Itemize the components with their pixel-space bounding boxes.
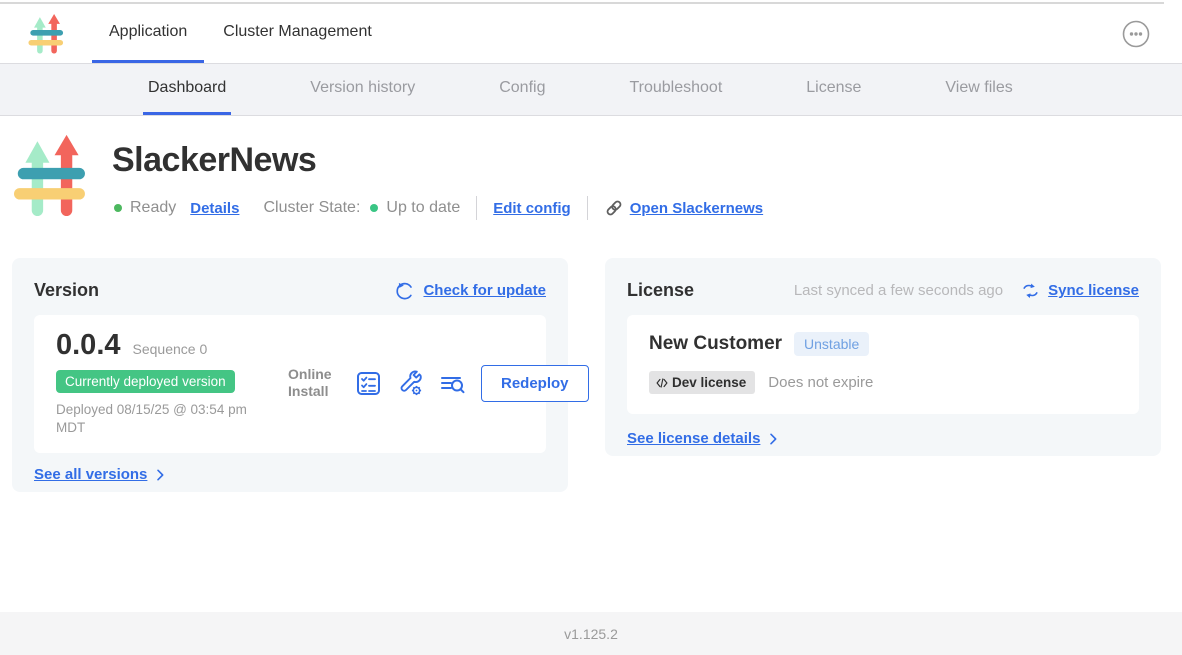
customer-name: New Customer [649, 333, 782, 355]
see-all-versions-row[interactable]: See all versions [34, 466, 546, 483]
cluster-state-label: Cluster State: [263, 199, 360, 217]
subnav-dashboard-label: Dashboard [148, 79, 226, 97]
tab-application[interactable]: Application [92, 4, 204, 63]
subnav-view-files[interactable]: View files [940, 64, 1017, 115]
deployed-badge: Currently deployed version [56, 370, 235, 393]
license-card-title: License [627, 280, 694, 301]
check-update-link[interactable]: Check for update [423, 282, 546, 299]
preflight-checks-icon[interactable] [355, 370, 382, 397]
page-title: SlackerNews [112, 141, 316, 180]
code-brackets-icon [655, 376, 669, 390]
last-synced-text: Last synced a few seconds ago [794, 282, 1003, 299]
version-sequence: Sequence 0 [133, 341, 208, 357]
license-type-badge: Dev license [649, 371, 755, 394]
open-app-group[interactable]: Open Slackernews [604, 198, 763, 218]
see-all-versions-link[interactable]: See all versions [34, 466, 147, 483]
redeploy-button[interactable]: Redeploy [481, 365, 589, 402]
check-update-refresh-icon [395, 281, 415, 301]
console-version: v1.125.2 [564, 626, 618, 642]
version-card-title: Version [34, 280, 99, 301]
cluster-state-text: Up to date [386, 199, 460, 217]
subnav-version-history[interactable]: Version history [305, 64, 420, 115]
app-logo-small [28, 14, 66, 56]
sync-icon [1021, 281, 1040, 300]
sync-license-link[interactable]: Sync license [1048, 282, 1139, 299]
version-number: 0.0.4 [56, 329, 121, 362]
license-type-text: Dev license [672, 375, 746, 390]
app-subnav: Dashboard Version history Config Trouble… [0, 63, 1182, 116]
deployed-timestamp: Deployed 08/15/25 @ 03:54 pm MDT [56, 401, 271, 437]
divider [476, 196, 477, 220]
top-header: Application Cluster Management [0, 4, 1182, 63]
license-expiry: Does not expire [768, 374, 873, 391]
subnav-license-label: License [806, 79, 861, 97]
edit-config-wrench-icon[interactable] [397, 370, 424, 397]
app-status-dot [114, 204, 122, 212]
chevron-right-icon [765, 431, 781, 447]
app-status-text: Ready [130, 199, 176, 217]
subnav-config[interactable]: Config [494, 64, 550, 115]
subnav-license[interactable]: License [801, 64, 866, 115]
check-update-group[interactable]: Check for update [395, 281, 546, 301]
app-logo-large [14, 134, 90, 222]
channel-badge: Unstable [794, 332, 869, 356]
license-detail-panel: New Customer Unstable Dev license Does n… [627, 315, 1139, 414]
edit-config-link[interactable]: Edit config [493, 200, 571, 217]
chevron-right-icon [152, 467, 168, 483]
current-version-panel: 0.0.4 Sequence 0 Currently deployed vers… [34, 315, 546, 453]
app-status-row: Ready Details Cluster State: Up to date … [114, 196, 763, 220]
subnav-view-files-label: View files [945, 79, 1012, 97]
subnav-config-label: Config [499, 79, 545, 97]
version-card: Version Check for update 0.0.4 Sequence … [12, 258, 568, 492]
cluster-state-dot [370, 204, 378, 212]
install-type-label: Online Install [288, 366, 340, 401]
divider [587, 196, 588, 220]
tab-cluster-management[interactable]: Cluster Management [206, 4, 389, 63]
main-tabs: Application Cluster Management [92, 4, 391, 63]
chain-link-icon [604, 198, 624, 218]
tab-cluster-management-label: Cluster Management [223, 23, 372, 41]
tab-application-label: Application [109, 23, 187, 41]
open-app-link[interactable]: Open Slackernews [630, 200, 763, 217]
subnav-version-history-label: Version history [310, 79, 415, 97]
see-license-details-row[interactable]: See license details [627, 430, 1139, 447]
see-license-details-link[interactable]: See license details [627, 430, 760, 447]
subnav-dashboard[interactable]: Dashboard [143, 64, 231, 115]
status-details-link[interactable]: Details [190, 200, 239, 217]
more-menu-icon[interactable] [1122, 20, 1150, 48]
license-card: License Last synced a few seconds ago Sy… [605, 258, 1161, 456]
subnav-troubleshoot-label: Troubleshoot [629, 79, 722, 97]
console-footer: v1.125.2 [0, 612, 1182, 655]
view-diff-icon[interactable] [439, 370, 466, 397]
subnav-troubleshoot[interactable]: Troubleshoot [624, 64, 727, 115]
